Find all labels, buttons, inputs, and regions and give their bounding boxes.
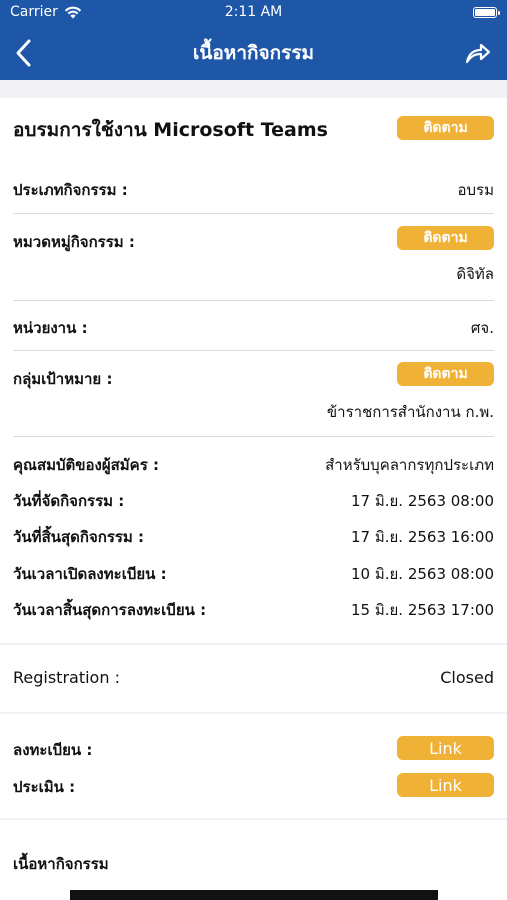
divider: [13, 300, 494, 301]
registration-status-label: Registration :: [13, 668, 120, 687]
content-heading: เนื้อหากิจกรรม: [13, 855, 109, 873]
registration-close-label: วันเวลาสิ้นสุดการลงทะเบียน :: [13, 601, 207, 619]
target-value: ข้าราชการสำนักงาน ก.พ.: [326, 403, 494, 421]
activity-title: อบรมการใช้งาน Microsoft Teams: [13, 119, 328, 141]
register-label: ลงทะเบียน :: [13, 741, 93, 759]
registration-status-value: Closed: [440, 668, 494, 687]
section-divider: [0, 818, 507, 820]
battery-icon: [473, 7, 500, 18]
type-value: อบรม: [457, 181, 494, 199]
registration-open-value: 10 มิ.ย. 2563 08:00: [350, 565, 494, 583]
registration-open-label: วันเวลาเปิดลงทะเบียน :: [13, 565, 167, 583]
register-link-button[interactable]: Link: [397, 736, 494, 760]
unit-label: หน่วยงาน :: [13, 319, 88, 337]
share-arrow-icon: [465, 43, 491, 64]
divider: [13, 350, 494, 351]
end-date-label: วันที่สิ้นสุดกิจกรรม :: [13, 528, 145, 546]
qualification-value: สำหรับบุคลากรทุกประเภท: [325, 456, 494, 474]
qualification-label: คุณสมบัติของผู้สมัคร :: [13, 456, 159, 474]
section-divider: [0, 712, 507, 714]
start-date-label: วันที่จัดกิจกรรม :: [13, 492, 125, 510]
nav-header: Carrier 2:11 AM เนื้อหากิจกรรม: [0, 0, 507, 80]
target-label: กลุ่มเป้าหมาย :: [13, 370, 113, 388]
follow-target-button[interactable]: ติดตาม: [397, 362, 494, 386]
registration-close-value: 15 มิ.ย. 2563 17:00: [350, 601, 494, 619]
type-label: ประเภทกิจกรรม :: [13, 181, 128, 199]
end-date-value: 17 มิ.ย. 2563 16:00: [350, 528, 494, 546]
page-title: เนื้อหากิจกรรม: [192, 42, 315, 64]
share-button[interactable]: [463, 40, 493, 66]
follow-category-button[interactable]: ติดตาม: [397, 226, 494, 250]
divider: [13, 213, 494, 214]
category-label: หมวดหมู่กิจกรรม :: [13, 233, 135, 251]
content-media-preview[interactable]: [70, 890, 438, 900]
follow-activity-button[interactable]: ติดตาม: [397, 116, 494, 140]
divider: [13, 436, 494, 437]
category-value: ดิจิทัล: [456, 265, 494, 283]
evaluate-link-button[interactable]: Link: [397, 773, 494, 797]
unit-value: ศจ.: [470, 319, 494, 337]
evaluate-label: ประเมิน :: [13, 778, 76, 796]
start-date-value: 17 มิ.ย. 2563 08:00: [350, 492, 494, 510]
section-divider: [0, 643, 507, 645]
status-time: 2:11 AM: [224, 4, 283, 20]
section-divider: [0, 80, 507, 98]
